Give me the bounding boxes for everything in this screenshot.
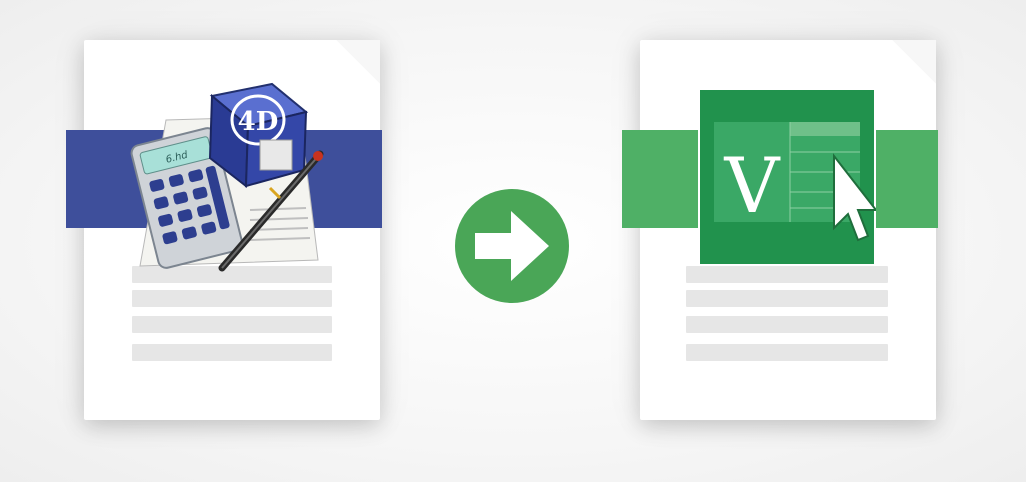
calculator-document-icon: 6.hd 4D — [130, 82, 324, 272]
arrow-right-icon — [455, 189, 569, 303]
svg-text:4D: 4D — [238, 107, 279, 137]
spreadsheet-v-icon: V — [698, 88, 876, 266]
text-line — [686, 290, 888, 307]
text-line — [686, 316, 888, 333]
text-line — [132, 316, 332, 333]
page-fold — [336, 40, 380, 84]
text-line — [686, 266, 888, 283]
page-fold — [892, 40, 936, 84]
svg-text:V: V — [724, 141, 781, 230]
text-line — [132, 344, 332, 361]
text-line — [132, 290, 332, 307]
text-line — [686, 344, 888, 361]
